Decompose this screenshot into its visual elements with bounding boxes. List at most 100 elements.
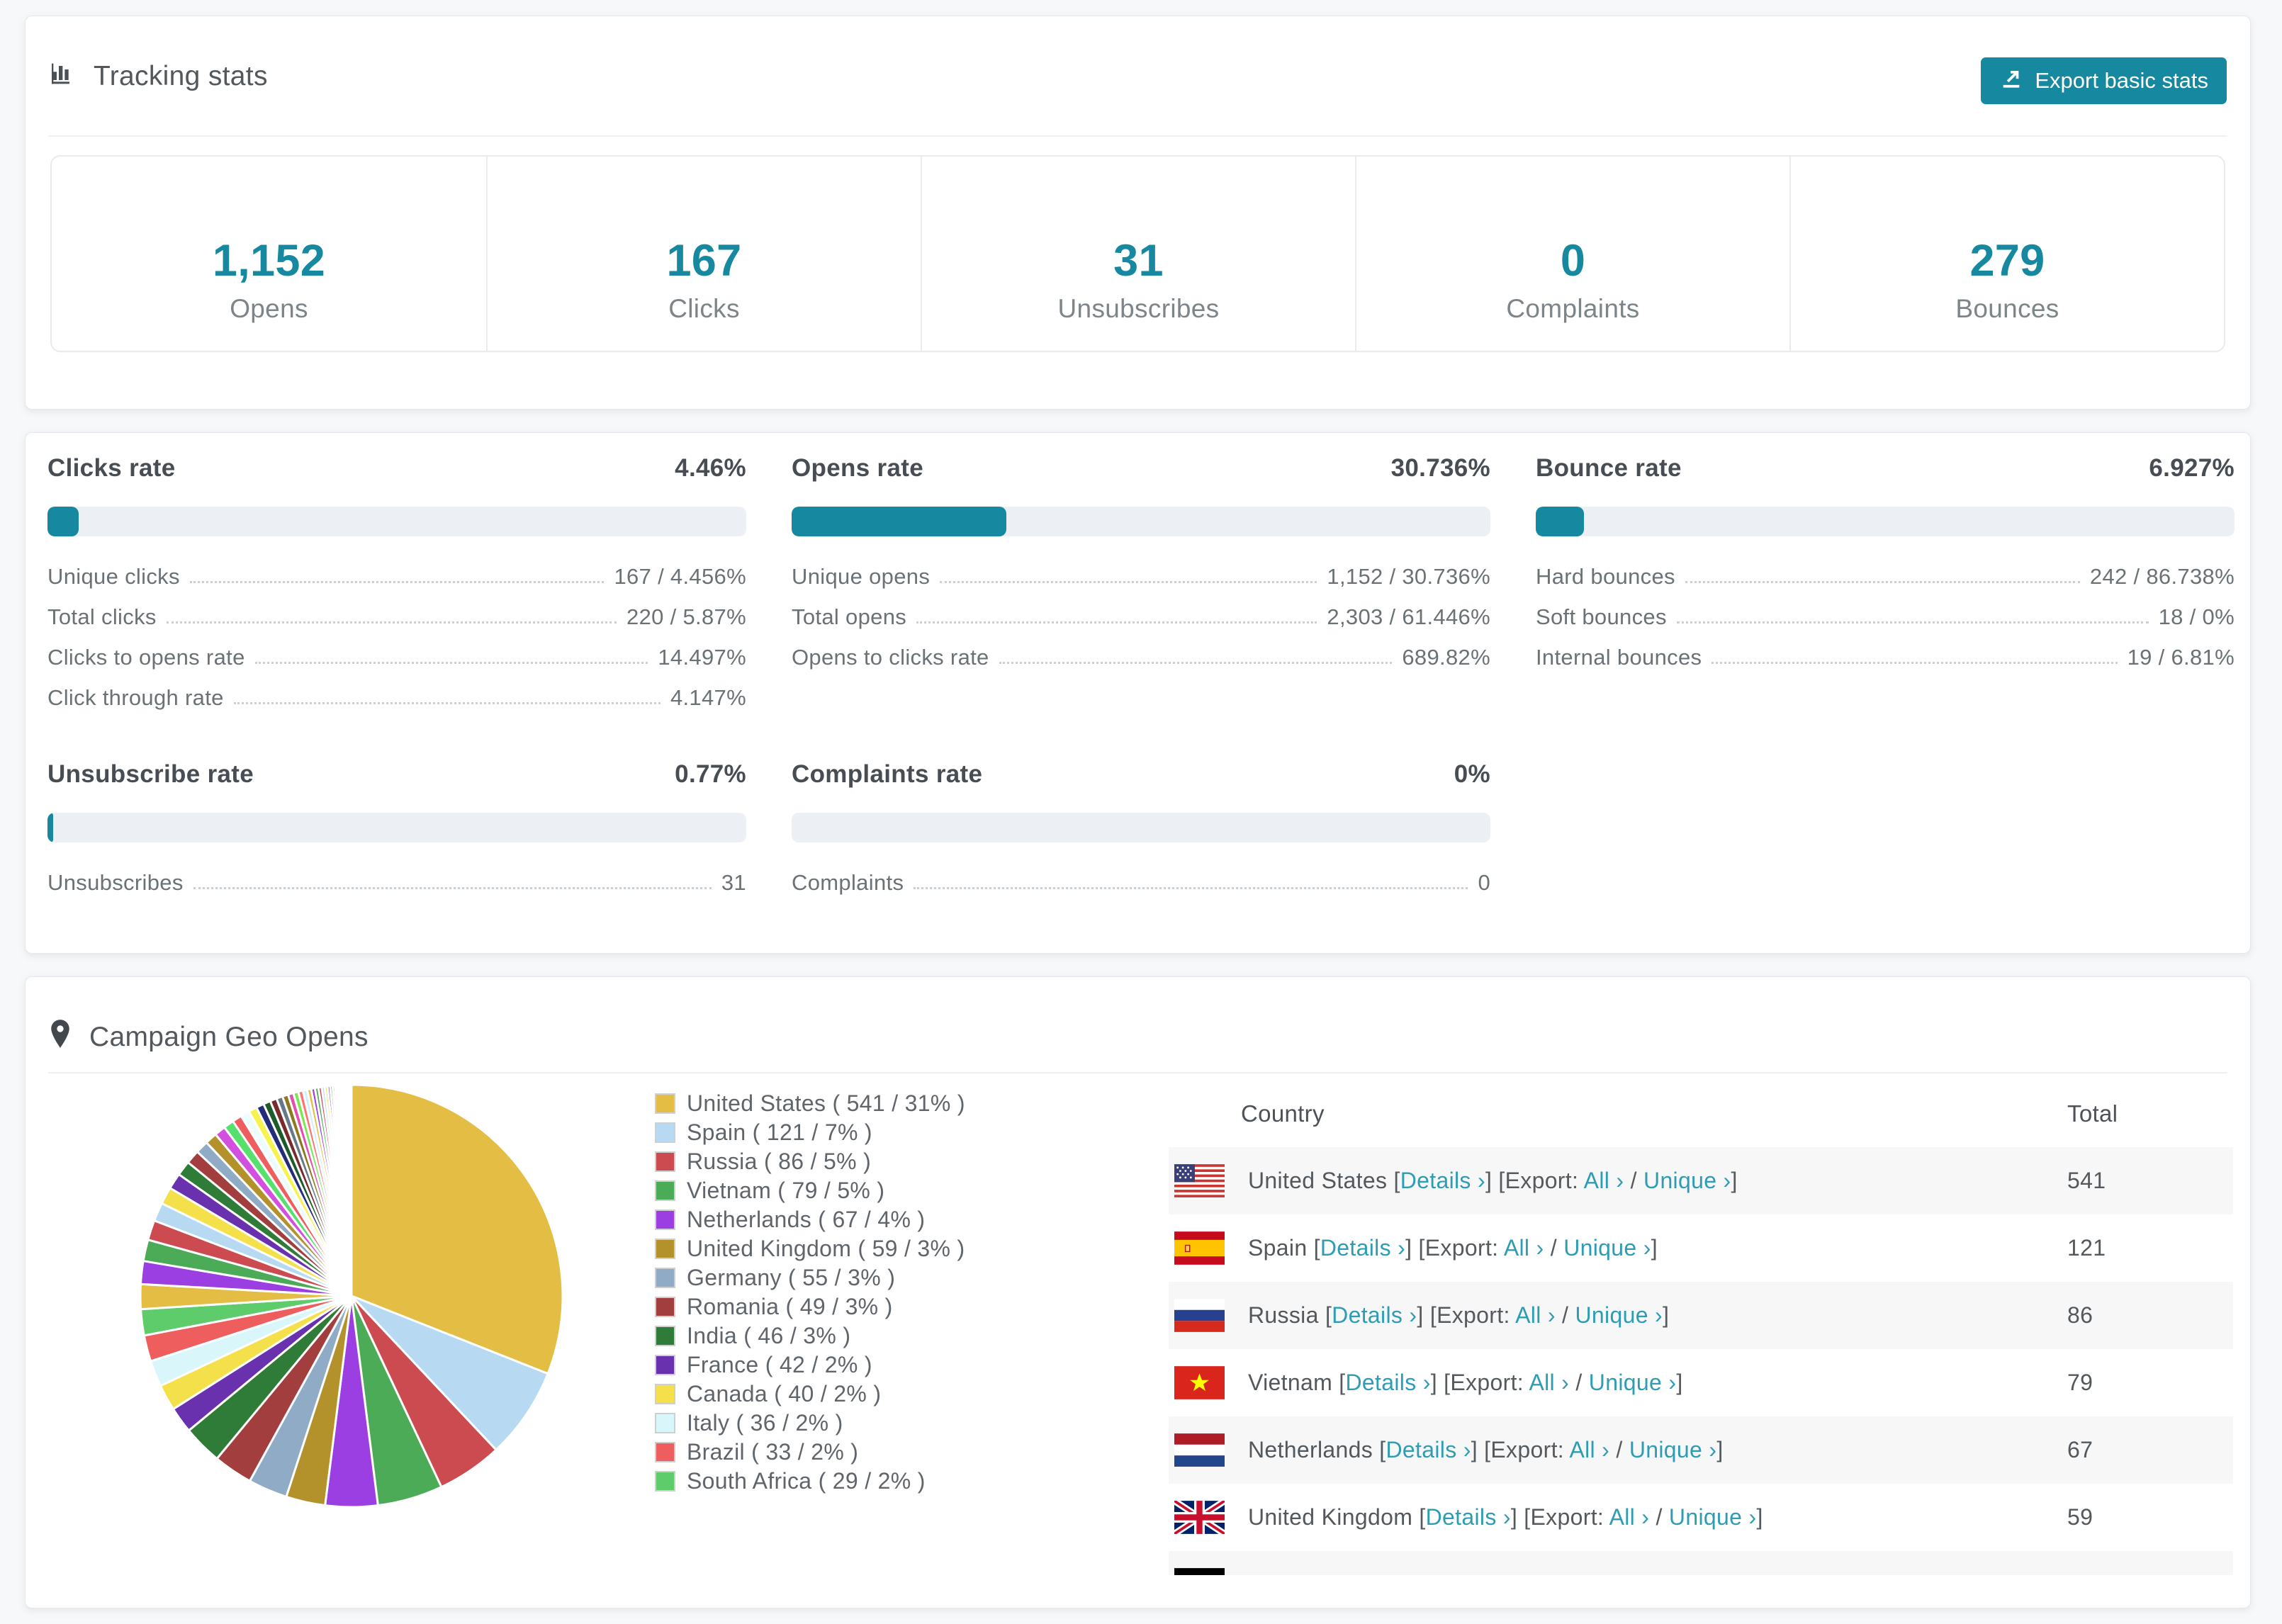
rates-grid: Clicks rate 4.46% Unique clicks 167 / 4.456… — [47, 454, 2235, 896]
rate-panel-head: Opens rate 30.736% — [792, 454, 1490, 485]
country-name: Germany — [1248, 1572, 1349, 1575]
rate-row: Click through rate 4.147% — [47, 670, 746, 711]
details-link[interactable]: Details › — [1356, 1572, 1441, 1575]
stat-cell-clicks: 167 Clicks — [486, 157, 921, 351]
rate-panel-title: Unsubscribe rate — [47, 760, 254, 788]
rate-row-value: 31 — [721, 870, 746, 895]
export-unique-link[interactable]: Unique › — [1575, 1302, 1663, 1328]
legend-swatch — [655, 1151, 675, 1172]
details-link[interactable]: Details › — [1332, 1302, 1417, 1328]
progress-fill — [47, 813, 53, 842]
flag-nl-icon — [1174, 1433, 1225, 1467]
export-all-link[interactable]: All › — [1529, 1370, 1569, 1395]
rate-panel-opens-rate: Opens rate 30.736% Unique opens 1,152 / 30.… — [792, 454, 1490, 711]
export-icon — [1999, 66, 2023, 96]
export-label: Export: — [1450, 1370, 1529, 1395]
campaign-stats-page: { "accent": "#16889f", "link_color": "#2… — [0, 0, 2282, 1624]
rate-row: Total clicks 220 / 5.87% — [47, 590, 746, 630]
tracking-stats-title-row: Tracking stats — [48, 16, 268, 137]
details-link[interactable]: Details › — [1386, 1437, 1471, 1462]
geo-row-total: 86 — [2067, 1302, 2093, 1328]
geo-table-rows: United States [Details ›] [Export: All ›… — [1169, 1147, 2233, 1575]
bracket: [ — [1393, 1168, 1400, 1193]
export-unique-link[interactable]: Unique › — [1643, 1168, 1731, 1193]
geo-table-row-nl: Netherlands [Details ›] [Export: All › /… — [1169, 1416, 2233, 1484]
country-name: Vietnam — [1248, 1370, 1339, 1395]
geo-table-row-gb: United Kingdom [Details ›] [Export: All … — [1169, 1484, 2233, 1551]
rate-panel-title: Opens rate — [792, 454, 924, 482]
legend-label: United Kingdom ( 59 / 3% ) — [687, 1236, 965, 1261]
bar-chart-icon — [48, 59, 77, 94]
rate-panel-value: 0.77% — [675, 760, 746, 788]
rate-row-label: Total clicks — [47, 604, 157, 629]
legend-item-united-kingdom: United Kingdom ( 59 / 3% ) — [655, 1234, 965, 1263]
export-all-link[interactable]: All › — [1515, 1302, 1556, 1328]
bracket: ] — [1716, 1437, 1724, 1462]
country-name: Spain — [1248, 1235, 1314, 1261]
bracket: ] [ — [1441, 1572, 1461, 1575]
details-link[interactable]: Details › — [1320, 1235, 1405, 1261]
progress-fill — [1536, 507, 1585, 536]
stat-label: Bounces — [1955, 294, 2059, 323]
bracket: ] — [1676, 1370, 1683, 1395]
legend-swatch — [655, 1442, 675, 1462]
bracket: [ — [1379, 1437, 1386, 1462]
slash: / — [1544, 1235, 1564, 1261]
export-unique-link[interactable]: Unique › — [1563, 1235, 1651, 1261]
flag-us-icon — [1174, 1164, 1225, 1197]
rate-panel-title: Complaints rate — [792, 760, 983, 788]
legend-item-france: France ( 42 / 2% ) — [655, 1350, 965, 1380]
rate-row-value: 18 / 0% — [2158, 604, 2235, 629]
bracket: [ — [1349, 1572, 1356, 1575]
rate-row-label: Unique opens — [792, 564, 931, 589]
stat-label: Opens — [230, 294, 308, 323]
rate-panel-head: Clicks rate 4.46% — [47, 454, 746, 485]
export-unique-link[interactable]: Unique › — [1669, 1504, 1757, 1530]
legend-swatch — [655, 1326, 675, 1346]
progress-track — [792, 507, 1490, 536]
legend-label: Vietnam ( 79 / 5% ) — [687, 1178, 885, 1203]
stat-label: Complaints — [1506, 294, 1640, 323]
export-basic-stats-button[interactable]: Export basic stats — [1981, 57, 2227, 104]
bracket: ] [ — [1430, 1370, 1451, 1395]
legend-swatch — [655, 1180, 675, 1201]
export-all-link[interactable]: All › — [1584, 1168, 1624, 1193]
rate-rows: Complaints 0 — [792, 855, 1490, 896]
rate-panel-head: Unsubscribe rate 0.77% — [47, 760, 746, 791]
export-all-link[interactable]: All › — [1504, 1235, 1544, 1261]
export-all-link[interactable]: All › — [1569, 1437, 1609, 1462]
progress-track — [47, 507, 746, 536]
geo-title: Campaign Geo Opens — [89, 1022, 369, 1052]
stat-value: 167 — [666, 236, 742, 286]
geo-row-total: 79 — [2067, 1370, 2093, 1395]
export-unique-link[interactable]: Unique › — [1600, 1572, 1687, 1575]
details-link[interactable]: Details › — [1345, 1370, 1430, 1395]
stat-label: Unsubscribes — [1057, 294, 1220, 323]
export-label: Export: — [1505, 1168, 1584, 1193]
slash: / — [1649, 1504, 1669, 1530]
flag-gb-icon — [1174, 1501, 1225, 1534]
stat-cell-bounces: 279 Bounces — [1789, 157, 2224, 351]
export-label: Export: — [1461, 1572, 1539, 1575]
pie-slice-other — [349, 1083, 353, 1297]
country-name: United States — [1248, 1168, 1394, 1193]
pie-legend: United States ( 541 / 31% ) Spain ( 121 /… — [655, 1089, 965, 1496]
rate-row: Complaints 0 — [792, 855, 1490, 896]
map-pin-icon — [48, 1018, 72, 1056]
export-unique-link[interactable]: Unique › — [1629, 1437, 1717, 1462]
geo-row-total: 541 — [2067, 1168, 2106, 1193]
dotted-leader — [914, 887, 1468, 889]
bracket: ] — [1731, 1168, 1738, 1193]
legend-item-russia: Russia ( 86 / 5% ) — [655, 1147, 965, 1176]
export-all-link[interactable]: All › — [1539, 1572, 1580, 1575]
geo-table-row-de: Germany [Details ›] [Export: All › / Uni… — [1169, 1551, 2233, 1575]
export-all-link[interactable]: All › — [1609, 1504, 1650, 1530]
legend-label: Romania ( 49 / 3% ) — [687, 1294, 893, 1319]
bracket: ] — [1756, 1504, 1763, 1530]
export-unique-link[interactable]: Unique › — [1589, 1370, 1677, 1395]
legend-item-italy: Italy ( 36 / 2% ) — [655, 1409, 965, 1438]
details-link[interactable]: Details › — [1400, 1168, 1485, 1193]
details-link[interactable]: Details › — [1426, 1504, 1511, 1530]
stat-cell-opens: 1,152 Opens — [52, 157, 486, 351]
geo-country-table: Country Total United States [Details ›] … — [1169, 1081, 2233, 1575]
